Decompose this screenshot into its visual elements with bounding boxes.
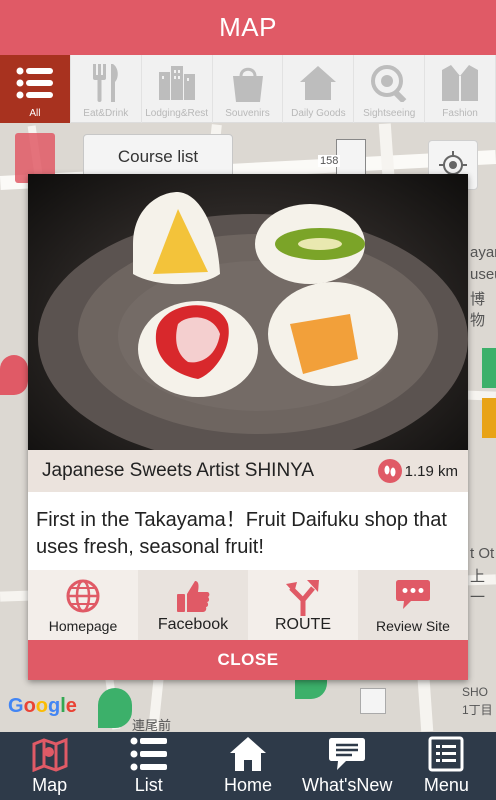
eye-icon <box>369 63 409 103</box>
nav-home[interactable]: Home <box>198 732 297 800</box>
bottom-nav: Map List Home What'sNew Menu <box>0 732 496 800</box>
map-pin-icon[interactable] <box>482 348 496 388</box>
app-header: MAP <box>0 0 496 55</box>
map-label: 上一 <box>470 568 486 606</box>
shopping-bag-icon <box>228 63 268 103</box>
shop-description: First in the Takayama！Fruit Daifuku shop… <box>28 492 468 570</box>
close-button[interactable]: CLOSE <box>28 640 468 680</box>
category-label: Souvenirs <box>225 108 270 119</box>
category-bar: All Eat&Drink Lodging&Rest Souvenirs Dai… <box>0 55 496 123</box>
popup-actions: Homepage Facebook ROUTE Review Site <box>28 570 468 640</box>
nav-label: What'sNew <box>301 775 393 795</box>
category-daily-goods[interactable]: Daily Goods <box>283 55 355 123</box>
nav-list[interactable]: List <box>99 732 198 800</box>
fruit-daifuku-illustration <box>38 192 468 450</box>
house-icon <box>298 63 338 103</box>
facebook-button[interactable]: Facebook <box>138 570 248 640</box>
homepage-label: Homepage <box>48 618 118 634</box>
map-label: t Ot <box>470 545 495 562</box>
map-label: 博物 <box>470 291 486 329</box>
map-label: SHO <box>462 685 489 699</box>
road-sign-icon <box>336 139 366 179</box>
list-icon <box>15 63 55 103</box>
category-sightseeing[interactable]: Sightseeing <box>354 55 426 123</box>
globe-icon <box>66 579 100 613</box>
distance-value: 1.19 km <box>404 462 458 480</box>
page-title: MAP <box>219 12 277 42</box>
google-logo: Google <box>8 695 77 717</box>
nav-whats-new[interactable]: What'sNew <box>298 732 397 800</box>
category-lodging-rest[interactable]: Lodging&Rest <box>142 55 213 123</box>
review-site-label: Review Site <box>376 618 450 634</box>
thumbs-up-icon <box>177 581 210 612</box>
map-label: useu <box>470 266 496 283</box>
road-number: 158 <box>318 155 341 167</box>
nav-map[interactable]: Map <box>0 732 99 800</box>
nav-label: List <box>134 775 163 795</box>
category-all[interactable]: All <box>0 55 71 123</box>
route-label: ROUTE <box>275 616 331 633</box>
category-label: Sightseeing <box>363 108 416 119</box>
shop-info-row: Japanese Sweets Artist SHINYA 1.19 km <box>28 450 468 492</box>
eat-drink-marker-icon[interactable] <box>0 355 28 395</box>
map-label: 連尾前 <box>132 718 172 732</box>
fork-knife-icon <box>86 63 126 103</box>
shop-popup: Japanese Sweets Artist SHINYA 1.19 km Fi… <box>28 174 468 680</box>
map-label: ayar <box>470 244 496 261</box>
footsteps-icon <box>377 459 402 483</box>
nav-label: Map <box>32 775 68 795</box>
category-label: All <box>29 108 41 119</box>
menu-icon <box>428 736 464 772</box>
category-label: Daily Goods <box>291 108 346 119</box>
homepage-button[interactable]: Homepage <box>28 570 138 640</box>
map-label: 1丁目 <box>462 703 493 717</box>
distance: 1.19 km <box>377 459 458 483</box>
building-icon <box>157 63 197 103</box>
nav-label: Home <box>224 775 273 795</box>
category-label: Fashion <box>442 108 478 119</box>
nav-menu[interactable]: Menu <box>397 732 496 800</box>
route-button[interactable]: ROUTE <box>248 570 358 640</box>
map-pin-icon[interactable] <box>98 688 132 728</box>
chat-icon <box>329 738 366 770</box>
nav-label: Menu <box>423 775 469 795</box>
shop-name: Japanese Sweets Artist SHINYA <box>42 460 315 481</box>
list-icon <box>130 737 167 771</box>
route-arrows-icon <box>286 580 319 616</box>
category-souvenirs[interactable]: Souvenirs <box>213 55 284 123</box>
category-label: Lodging&Rest <box>145 108 209 119</box>
category-eat-drink[interactable]: Eat&Drink <box>71 55 142 123</box>
review-site-button[interactable]: Review Site <box>358 570 468 640</box>
map-pin-icon[interactable] <box>482 398 496 438</box>
shop-photo <box>28 174 468 450</box>
facebook-label: Facebook <box>157 616 229 633</box>
jacket-icon <box>440 63 480 103</box>
chat-bubble-icon <box>396 580 430 609</box>
home-icon <box>230 737 266 771</box>
category-fashion[interactable]: Fashion <box>425 55 496 123</box>
category-label: Eat&Drink <box>83 108 129 119</box>
map-icon <box>32 737 68 772</box>
restroom-icon <box>360 688 386 714</box>
